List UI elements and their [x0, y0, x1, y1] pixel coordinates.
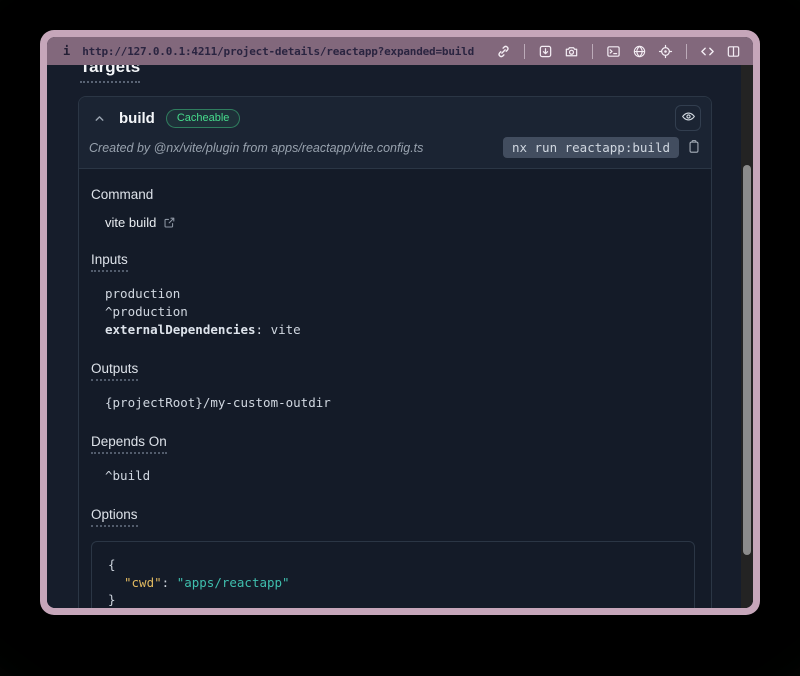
scrollbar-thumb[interactable] — [743, 165, 751, 555]
toolbar-divider — [686, 44, 687, 59]
url-text[interactable]: http://127.0.0.1:4211/project-details/re… — [82, 45, 474, 58]
vertical-scrollbar[interactable] — [741, 65, 753, 608]
run-command-chip: nx run reactapp:build — [503, 137, 679, 158]
input-item-key: externalDependencies — [105, 322, 256, 337]
inputs-label[interactable]: Inputs — [91, 252, 128, 272]
command-label: Command — [91, 187, 153, 202]
command-value: vite build — [105, 215, 156, 230]
toolbar-divider — [524, 44, 525, 59]
browser-toolbar: i http://127.0.0.1:4211/project-details/… — [47, 37, 753, 65]
browser-window-inner: i http://127.0.0.1:4211/project-details/… — [47, 37, 753, 608]
depends-on-list: ^build — [105, 467, 695, 485]
link-icon[interactable] — [496, 44, 511, 59]
save-image-icon[interactable] — [538, 44, 553, 59]
split-view-icon[interactable] — [726, 44, 741, 59]
eye-icon — [681, 109, 696, 127]
json-value: "apps/reactapp" — [177, 575, 290, 590]
depends-on-item: ^build — [105, 467, 695, 485]
project-details-content: Targets build Cacheable Created by @n — [47, 65, 741, 608]
external-link-icon[interactable] — [163, 216, 176, 229]
created-by-text: Created by @nx/vite/plugin from apps/rea… — [89, 141, 423, 155]
input-item-rest: : vite — [256, 322, 301, 337]
json-property-row: "cwd": "apps/reactapp" — [108, 574, 680, 592]
build-card-header[interactable]: build Cacheable — [79, 97, 711, 135]
options-json-box: { "cwd": "apps/reactapp" } — [91, 541, 695, 608]
output-item: {projectRoot}/my-custom-outdir — [105, 394, 695, 412]
json-key: "cwd" — [124, 575, 162, 590]
json-open-brace: { — [108, 556, 680, 574]
code-icon[interactable] — [700, 44, 715, 59]
inputs-list: production ^production externalDependenc… — [105, 285, 695, 339]
targets-heading: Targets — [80, 65, 140, 83]
browser-window: i http://127.0.0.1:4211/project-details/… — [40, 30, 760, 615]
cacheable-badge: Cacheable — [166, 109, 241, 128]
outputs-label[interactable]: Outputs — [91, 361, 138, 381]
json-close-brace: } — [108, 591, 680, 608]
build-card-subheader: Created by @nx/vite/plugin from apps/rea… — [79, 135, 711, 169]
toolbar-icon-group — [496, 44, 741, 59]
outputs-list: {projectRoot}/my-custom-outdir — [105, 394, 695, 412]
toolbar-divider — [592, 44, 593, 59]
json-separator: : — [162, 575, 177, 590]
chevron-up-icon[interactable] — [93, 112, 106, 125]
input-item: production — [105, 285, 695, 303]
command-value-row: vite build — [105, 215, 695, 230]
copy-command-button[interactable] — [687, 139, 701, 157]
depends-on-label[interactable]: Depends On — [91, 434, 167, 454]
build-card-header-area: build Cacheable Created by @nx/vite/plug… — [79, 97, 711, 169]
clipboard-icon — [687, 139, 701, 157]
globe-icon[interactable] — [632, 44, 647, 59]
info-icon: i — [63, 44, 70, 58]
target-card-build: build Cacheable Created by @nx/vite/plug… — [78, 96, 712, 608]
input-item: ^production — [105, 303, 695, 321]
build-card-body: Command vite build Inputs production ^pr… — [79, 169, 711, 608]
terminal-icon[interactable] — [606, 44, 621, 59]
build-target-title: build — [119, 110, 155, 127]
camera-icon[interactable] — [564, 44, 579, 59]
page-viewport: Targets build Cacheable Created by @n — [47, 65, 753, 608]
view-in-graph-button[interactable] — [675, 105, 701, 131]
options-label[interactable]: Options — [91, 507, 138, 527]
target-icon[interactable] — [658, 44, 673, 59]
input-item: externalDependencies: vite — [105, 321, 695, 339]
